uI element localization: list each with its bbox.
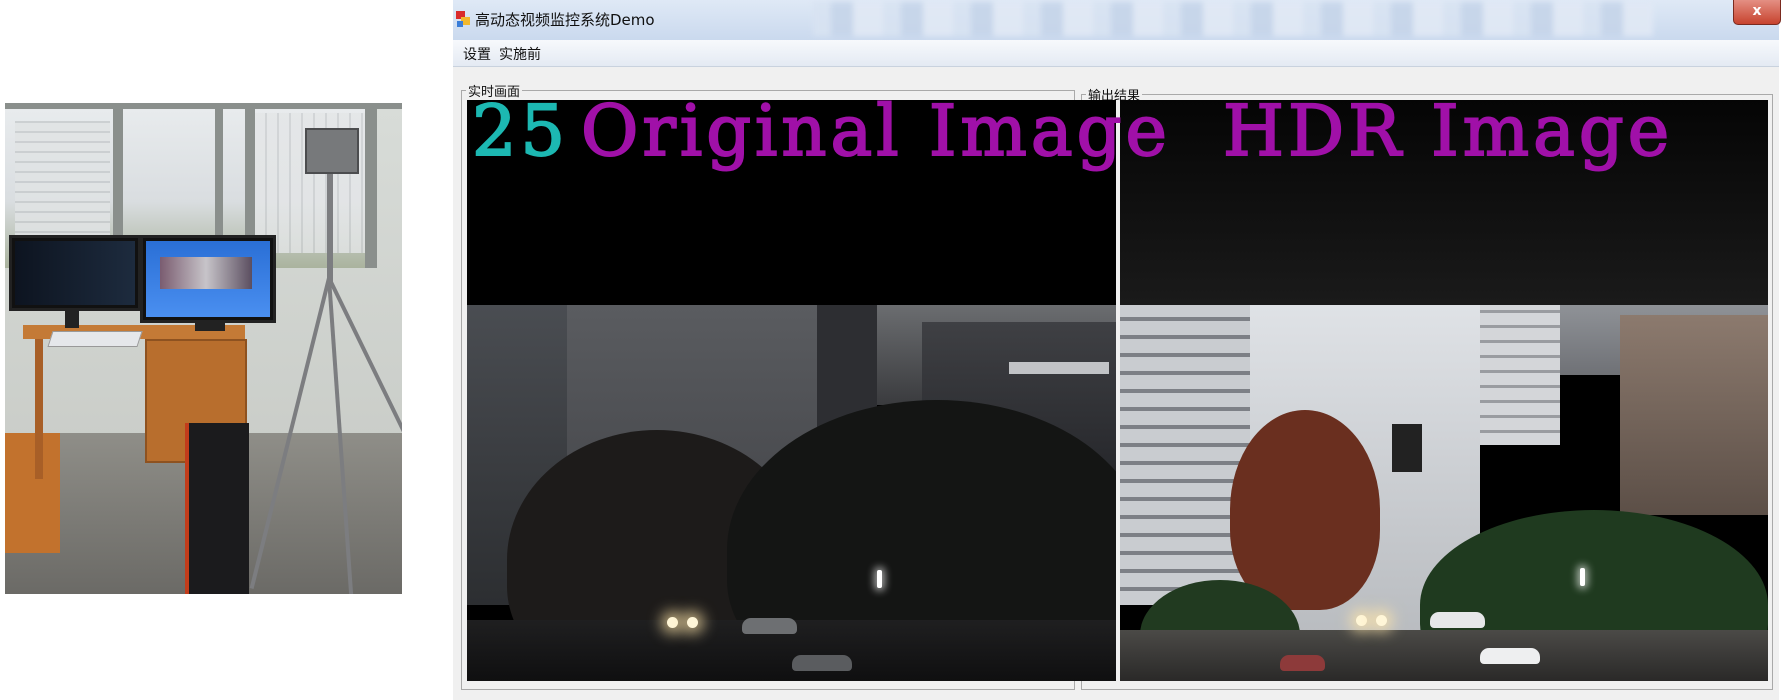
original-car — [792, 655, 852, 671]
hdr-headlight — [1376, 615, 1387, 626]
app-icon — [456, 11, 470, 27]
photo-tripod-column — [327, 173, 333, 283]
hdr-red-tree — [1230, 410, 1380, 610]
photo-pc-tower — [185, 423, 249, 594]
setup-photo — [5, 103, 402, 594]
original-caption: Original Image — [580, 90, 1171, 172]
photo-window-mullion-4 — [365, 103, 377, 268]
photo-monitor-left-stand — [65, 308, 79, 328]
window-title: 高动态视频监控系统Demo — [475, 11, 655, 29]
app-window: 高动态视频监控系统Demo x 设置 实施前 实时画面 输出结果 25 Orig… — [453, 0, 1781, 700]
hdr-car — [1280, 655, 1325, 671]
title-bar[interactable]: 高动态视频监控系统Demo x — [453, 0, 1781, 40]
hdr-frame — [1120, 100, 1768, 681]
hdr-dark-window — [1392, 424, 1422, 472]
photo-keyboard — [47, 331, 143, 347]
hdr-building-left — [1120, 305, 1250, 605]
photo-camera — [305, 128, 359, 174]
original-headlight — [667, 617, 678, 628]
original-street-lamp — [877, 570, 882, 588]
frame-counter: 25 — [471, 90, 570, 172]
hdr-car — [1480, 648, 1540, 664]
menu-settings[interactable]: 设置 — [460, 44, 494, 64]
menu-pre-run[interactable]: 实施前 — [496, 44, 544, 64]
original-window-lights — [1009, 362, 1109, 374]
photo-chair — [5, 433, 60, 553]
original-headlight — [687, 617, 698, 628]
photo-monitor-right-stand — [195, 321, 225, 331]
original-frame — [467, 100, 1116, 681]
close-button[interactable]: x — [1733, 0, 1781, 25]
hdr-caption: HDR Image — [1222, 90, 1674, 172]
menu-bar: 设置 实施前 — [453, 40, 1779, 67]
hdr-street-lamp — [1580, 568, 1585, 586]
original-car — [742, 618, 797, 634]
hdr-street — [1120, 630, 1768, 681]
photo-window-frame-top — [5, 103, 402, 109]
photo-monitor-right — [140, 235, 276, 323]
photo-monitor-left — [9, 235, 141, 311]
title-bar-blur — [813, 2, 1653, 36]
hdr-headlight — [1356, 615, 1367, 626]
photo-building-left — [15, 121, 110, 251]
photo-desk-leg — [35, 339, 43, 479]
hdr-building-tall — [1480, 305, 1560, 445]
hdr-building-right — [1620, 315, 1768, 515]
close-icon: x — [1752, 3, 1762, 19]
hdr-car — [1430, 612, 1485, 628]
